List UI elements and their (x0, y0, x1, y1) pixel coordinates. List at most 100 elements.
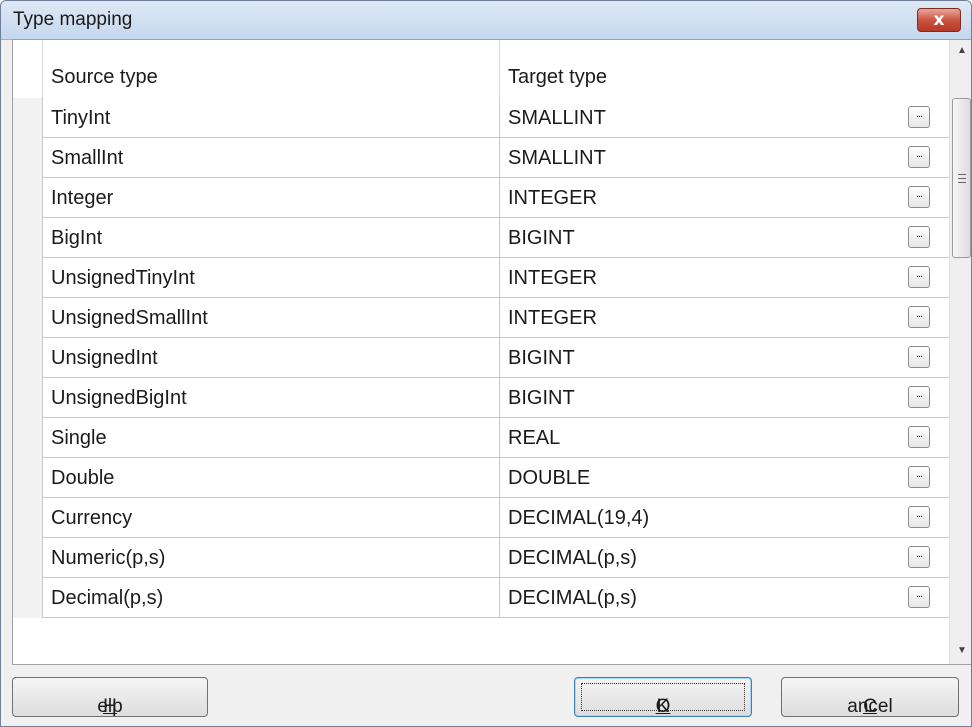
source-type-cell[interactable]: TinyInt (43, 98, 500, 138)
ellipsis-button[interactable]: ... (908, 186, 930, 208)
table-row[interactable]: Double DOUBLE... (13, 458, 949, 498)
source-type-value: SmallInt (51, 147, 124, 169)
row-indicator[interactable] (13, 378, 43, 418)
target-type-cell[interactable]: DECIMAL(19,4)... (500, 498, 949, 538)
table-row[interactable]: BigInt BIGINT... (13, 218, 949, 258)
target-type-cell[interactable]: REAL... (500, 418, 949, 458)
source-type-cell[interactable]: Numeric(p,s) (43, 538, 500, 578)
target-type-value: INTEGER (508, 307, 597, 329)
target-type-value: DOUBLE (508, 467, 591, 489)
table-row[interactable]: Single REAL... (13, 418, 949, 458)
source-type-value: Double (51, 467, 115, 489)
row-indicator[interactable] (13, 98, 43, 138)
ellipsis-icon: ... (915, 588, 923, 600)
table-row[interactable]: SmallInt SMALLINT... (13, 138, 949, 178)
ellipsis-icon: ... (915, 308, 923, 320)
target-type-cell[interactable]: INTEGER... (500, 298, 949, 338)
source-type-cell[interactable]: Decimal(p,s) (43, 578, 500, 618)
source-type-cell[interactable]: UnsignedInt (43, 338, 500, 378)
dialog-title: Type mapping (13, 9, 133, 30)
target-type-cell[interactable]: DECIMAL(p,s)... (500, 578, 949, 618)
source-type-value: TinyInt (51, 107, 111, 129)
ellipsis-icon: ... (915, 348, 923, 360)
row-indicator[interactable] (13, 218, 43, 258)
source-type-cell[interactable]: UnsignedTinyInt (43, 258, 500, 298)
ellipsis-button[interactable]: ... (908, 146, 930, 168)
target-type-cell[interactable]: SMALLINT... (500, 98, 949, 138)
cancel-button[interactable]: Cancel (781, 677, 959, 717)
target-type-cell[interactable]: DECIMAL(p,s)... (500, 538, 949, 578)
close-button[interactable]: x (917, 8, 961, 32)
table-row[interactable]: Numeric(p,s) DECIMAL(p,s)... (13, 538, 949, 578)
row-indicator[interactable] (13, 498, 43, 538)
table-row[interactable]: UnsignedSmallInt INTEGER... (13, 298, 949, 338)
row-indicator[interactable] (13, 538, 43, 578)
scroll-up-button[interactable]: ▲ (950, 40, 971, 62)
ellipsis-button[interactable]: ... (908, 466, 930, 488)
target-type-cell[interactable]: DOUBLE... (500, 458, 949, 498)
row-indicator[interactable] (13, 418, 43, 458)
target-type-cell[interactable]: BIGINT... (500, 378, 949, 418)
source-type-value: UnsignedBigInt (51, 387, 187, 409)
ellipsis-button[interactable]: ... (908, 546, 930, 568)
row-indicator[interactable] (13, 138, 43, 178)
source-type-cell[interactable]: Integer (43, 178, 500, 218)
source-type-value: Integer (51, 187, 114, 209)
column-header-target-type[interactable]: Target type (500, 40, 949, 98)
help-button[interactable]: Help (12, 677, 208, 717)
type-mapping-grid[interactable]: Source type Target type TinyInt SMALLINT.… (12, 39, 971, 665)
ellipsis-button[interactable]: ... (908, 346, 930, 368)
source-type-cell[interactable]: Single (43, 418, 500, 458)
target-type-cell[interactable]: SMALLINT... (500, 138, 949, 178)
vertical-scrollbar[interactable]: ▲ ▼ (949, 40, 971, 664)
ellipsis-button[interactable]: ... (908, 426, 930, 448)
ellipsis-button[interactable]: ... (908, 506, 930, 528)
ellipsis-icon: ... (915, 468, 923, 480)
table-row[interactable]: TinyInt SMALLINT... (13, 98, 949, 138)
source-type-cell[interactable]: UnsignedSmallInt (43, 298, 500, 338)
row-indicator-header (13, 40, 43, 98)
ok-button[interactable]: OK (574, 677, 752, 717)
target-type-cell[interactable]: BIGINT... (500, 218, 949, 258)
ellipsis-icon: ... (915, 148, 923, 160)
target-type-cell[interactable]: BIGINT... (500, 338, 949, 378)
table-row[interactable]: Decimal(p,s) DECIMAL(p,s)... (13, 578, 949, 618)
ellipsis-button[interactable]: ... (908, 386, 930, 408)
source-type-value: Single (51, 427, 107, 449)
source-type-value: UnsignedTinyInt (51, 267, 195, 289)
ellipsis-button[interactable]: ... (908, 106, 930, 128)
column-header-label: Source type (51, 66, 158, 88)
target-type-value: SMALLINT (508, 147, 606, 169)
row-indicator[interactable] (13, 298, 43, 338)
column-header-source-type[interactable]: Source type (43, 40, 500, 98)
scroll-thumb[interactable] (952, 98, 971, 258)
target-type-value: INTEGER (508, 187, 597, 209)
source-type-cell[interactable]: Currency (43, 498, 500, 538)
scroll-down-button[interactable]: ▼ (950, 640, 971, 662)
table-row[interactable]: Integer INTEGER... (13, 178, 949, 218)
table-row[interactable]: Currency DECIMAL(19,4)... (13, 498, 949, 538)
source-type-cell[interactable]: Double (43, 458, 500, 498)
target-type-value: SMALLINT (508, 107, 606, 129)
table-row[interactable]: UnsignedTinyInt INTEGER... (13, 258, 949, 298)
source-type-cell[interactable]: SmallInt (43, 138, 500, 178)
source-type-cell[interactable]: BigInt (43, 218, 500, 258)
row-indicator[interactable] (13, 258, 43, 298)
ellipsis-button[interactable]: ... (908, 306, 930, 328)
ellipsis-button[interactable]: ... (908, 266, 930, 288)
source-type-value: UnsignedSmallInt (51, 307, 208, 329)
row-indicator[interactable] (13, 578, 43, 618)
table-row[interactable]: UnsignedInt BIGINT... (13, 338, 949, 378)
ellipsis-button[interactable]: ... (908, 226, 930, 248)
ellipsis-icon: ... (915, 508, 923, 520)
ellipsis-button[interactable]: ... (908, 586, 930, 608)
title-bar: Type mapping x (1, 1, 971, 40)
row-indicator[interactable] (13, 178, 43, 218)
row-indicator[interactable] (13, 338, 43, 378)
target-type-cell[interactable]: INTEGER... (500, 258, 949, 298)
source-type-cell[interactable]: UnsignedBigInt (43, 378, 500, 418)
grid-header: Source type Target type (13, 40, 949, 98)
table-row[interactable]: UnsignedBigInt BIGINT... (13, 378, 949, 418)
row-indicator[interactable] (13, 458, 43, 498)
target-type-cell[interactable]: INTEGER... (500, 178, 949, 218)
